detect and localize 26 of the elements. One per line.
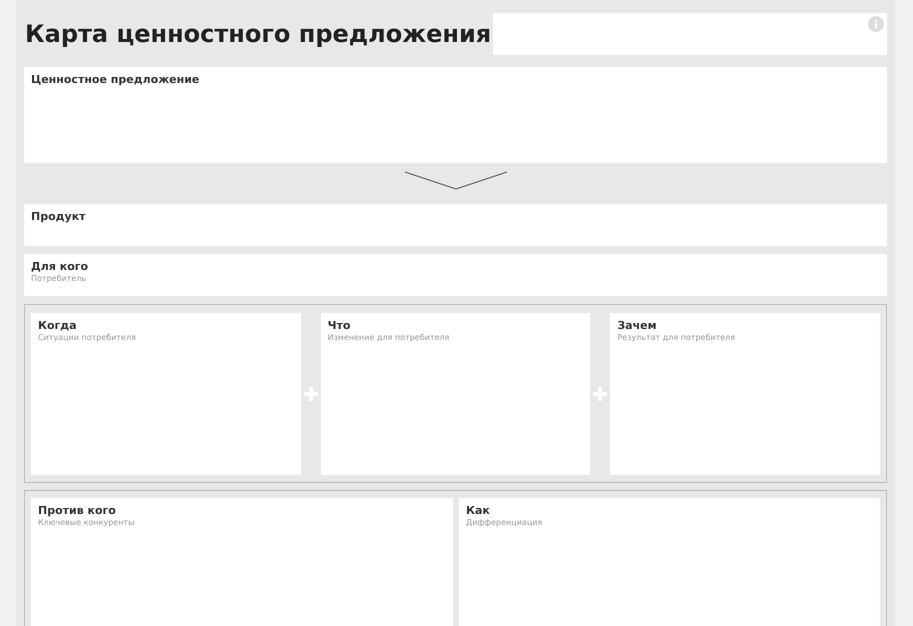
card-label: Ценностное предложение bbox=[31, 73, 200, 86]
formula-card[interactable]: Что Изменение для потребителя bbox=[320, 312, 590, 474]
card-hint: Изменение для потребителя bbox=[328, 332, 450, 342]
card-label: Продукт bbox=[31, 210, 87, 223]
card-label: Что bbox=[328, 318, 352, 332]
card-label: Для кого bbox=[31, 260, 90, 273]
product-card[interactable]: Продукт bbox=[24, 204, 887, 246]
card-label: Как bbox=[466, 504, 491, 517]
page-title: Карта ценностного предложения bbox=[24, 20, 492, 48]
chevron-down-icon bbox=[404, 171, 508, 191]
card-label: Когда bbox=[38, 318, 78, 332]
card-hint: Дифференциация bbox=[466, 518, 544, 527]
card-hint: Ситуации потребителя bbox=[38, 332, 137, 342]
audience-card[interactable]: Для кого Потребитель bbox=[24, 254, 887, 296]
card-hint: Ключевые конкуренты bbox=[38, 518, 136, 527]
card-hint: Результат для потребителя bbox=[617, 332, 736, 342]
formula-card[interactable]: Когда Ситуации потребителя bbox=[31, 312, 301, 474]
card-hint: Потребитель bbox=[31, 274, 88, 283]
value-proposition-card[interactable]: Ценностное предложение bbox=[24, 67, 887, 163]
competition-card[interactable]: Против кого Ключевые конкуренты bbox=[31, 498, 453, 626]
competition-card[interactable]: Как Дифференциация bbox=[459, 498, 880, 626]
note-field[interactable] bbox=[493, 12, 887, 54]
formula-card[interactable]: Зачем Результат для потребителя bbox=[610, 312, 880, 474]
info-icon[interactable] bbox=[868, 16, 884, 32]
card-label: Против кого bbox=[38, 504, 117, 517]
card-label: Зачем bbox=[617, 318, 658, 332]
